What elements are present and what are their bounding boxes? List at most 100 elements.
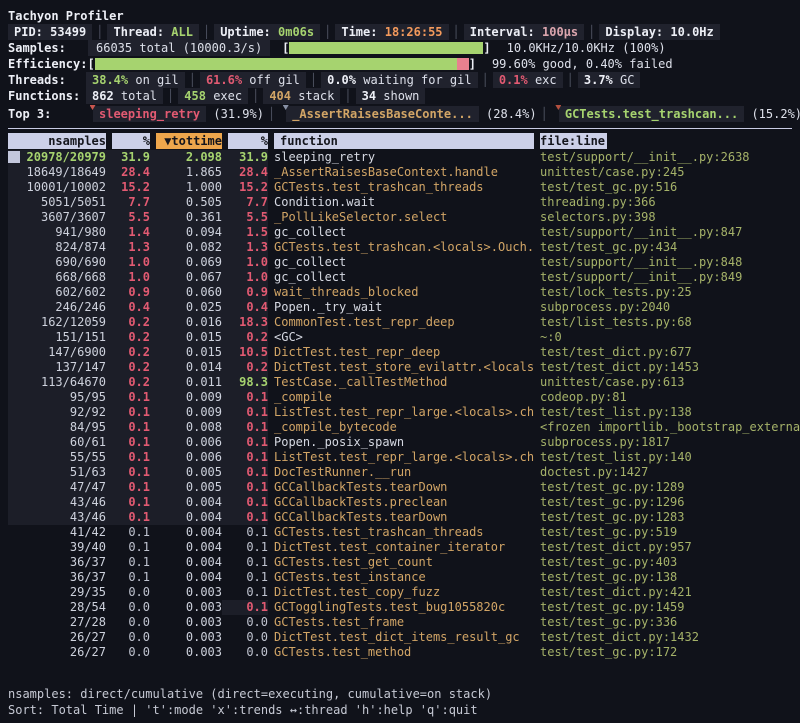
table-row[interactable]: 43/460.10.0040.1GCCallbackTests.tearDown… xyxy=(8,510,800,525)
cell-file-line: test/test_dict.py:1432 xyxy=(534,630,800,645)
cell-cum-pct: 28.4 xyxy=(222,165,268,180)
stat-rest: on gil xyxy=(128,73,179,87)
cell-direct-pct: 28.4 xyxy=(106,165,150,180)
table-row[interactable]: 602/6020.90.0600.9wait_threads_blockedte… xyxy=(8,285,800,300)
cell-tottime: 0.004 xyxy=(150,555,222,570)
status-segment-value: 10.0Hz xyxy=(670,25,713,39)
cell-file-line: unittest/case.py:613 xyxy=(534,375,800,390)
cell-nsamples: 602/602 xyxy=(8,285,106,300)
column-header-cum-pct[interactable]: % xyxy=(222,133,268,149)
cell-file-line: selectors.py:398 xyxy=(534,210,800,225)
table-row[interactable]: 27/280.00.0030.0GCTests.test_frametest/t… xyxy=(8,615,800,630)
cell-function: DictTest.test_dict_items_result_gc xyxy=(268,630,534,645)
table-row[interactable]: 3607/36075.50.3615.5_PollLikeSelector.se… xyxy=(8,210,800,225)
cell-direct-pct: 0.1 xyxy=(106,510,150,525)
cell-function: TestCase._callTestMethod xyxy=(268,375,534,390)
table-row[interactable]: 26/270.00.0030.0DictTest.test_dict_items… xyxy=(8,630,800,645)
cell-function: _PollLikeSelector.select xyxy=(268,210,534,225)
top3-name-text: _AssertRaisesBaseConte... xyxy=(292,107,473,121)
cell-cum-pct: 0.1 xyxy=(222,570,268,585)
column-header-direct-pct[interactable]: % xyxy=(106,133,150,149)
column-header-nsamples[interactable]: nsamples xyxy=(8,133,106,149)
cell-tottime: 0.003 xyxy=(150,600,222,615)
samples-bar-open-bracket: [ xyxy=(282,40,289,56)
table-row[interactable]: 162/120590.20.01618.3CommonTest.test_rep… xyxy=(8,315,800,330)
cell-tottime: 0.004 xyxy=(150,510,222,525)
column-header-function[interactable]: function xyxy=(268,133,534,149)
table-row[interactable]: 51/630.10.0050.1DocTestRunner.__rundocte… xyxy=(8,465,800,480)
cell-file-line: test/support/__init__.py:847 xyxy=(534,225,800,240)
top3-function-name[interactable]: GCTests.test_trashcan... xyxy=(559,106,744,122)
functions-label: Functions: xyxy=(8,88,86,104)
table-row[interactable]: 668/6681.00.0671.0gc_collecttest/support… xyxy=(8,270,800,285)
table-row[interactable]: 246/2460.40.0250.4Popen._try_waitsubproc… xyxy=(8,300,800,315)
cell-file-line: test/test_gc.py:1289 xyxy=(534,480,800,495)
table-row[interactable]: 29/350.00.0030.1DictTest.test_copy_fuzzt… xyxy=(8,585,800,600)
table-row[interactable]: 95/950.10.0090.1_compilecodeop.py:81 xyxy=(8,390,800,405)
table-row[interactable]: 151/1510.20.0150.2<GC>~:0 xyxy=(8,330,800,345)
footer-help-line1: nsamples: direct/cumulative (direct=exec… xyxy=(8,686,800,702)
table-row[interactable]: 147/69000.20.01510.5DictTest.test_repr_d… xyxy=(8,345,800,360)
table-row[interactable]: 39/400.10.0040.1DictTest.test_container_… xyxy=(8,540,800,555)
cell-direct-pct: 0.4 xyxy=(106,300,150,315)
table-row[interactable]: 20978/2097931.92.09831.9sleeping_retryte… xyxy=(8,150,800,165)
cell-function: GCCallbackTests.preclean xyxy=(268,495,534,510)
table-row[interactable]: 941/9801.40.0941.5gc_collecttest/support… xyxy=(8,225,800,240)
top3-function-name[interactable]: sleeping_retry xyxy=(93,106,206,122)
table-row[interactable]: 137/1470.20.0140.2DictTest.test_store_ev… xyxy=(8,360,800,375)
cell-tottime: 0.067 xyxy=(150,270,222,285)
cell-function: DocTestRunner.__run xyxy=(268,465,534,480)
table-row[interactable]: 47/470.10.0050.1GCCallbackTests.tearDown… xyxy=(8,480,800,495)
top3-pct: (15.2%) xyxy=(744,106,800,122)
table-row[interactable]: 43/460.10.0040.1GCCallbackTests.preclean… xyxy=(8,495,800,510)
divider: │ xyxy=(185,72,200,88)
top3-function-name[interactable]: _AssertRaisesBaseConte... xyxy=(286,106,479,122)
cell-cum-pct: 0.1 xyxy=(222,390,268,405)
table-row[interactable]: 60/610.10.0060.1Popen._posix_spawnsubpro… xyxy=(8,435,800,450)
cell-tottime: 0.003 xyxy=(150,645,222,660)
divider: │ xyxy=(478,72,493,88)
cell-function: gc_collect xyxy=(268,255,534,270)
cell-direct-pct: 1.3 xyxy=(106,240,150,255)
cell-cum-pct: 0.0 xyxy=(222,645,268,660)
cell-function: ListTest.test_repr_large.<locals>.check xyxy=(268,450,534,465)
table-row[interactable]: 84/950.10.0080.1_compile_bytecode<frozen… xyxy=(8,420,800,435)
table-row[interactable]: 26/270.00.0030.0GCTests.test_methodtest/… xyxy=(8,645,800,660)
table-row[interactable]: 113/646700.20.01198.3TestCase._callTestM… xyxy=(8,375,800,390)
cell-tottime: 0.003 xyxy=(150,615,222,630)
table-row[interactable]: 10001/1000215.21.00015.2GCTests.test_tra… xyxy=(8,180,800,195)
table-row[interactable]: 55/550.10.0060.1ListTest.test_repr_large… xyxy=(8,450,800,465)
divider: │ xyxy=(449,24,464,40)
table-row[interactable]: 41/420.10.0040.1GCTests.test_trashcan_th… xyxy=(8,525,800,540)
cell-cum-pct: 1.0 xyxy=(222,270,268,285)
cell-tottime: 0.006 xyxy=(150,450,222,465)
table-row[interactable]: 18649/1864928.41.86528.4_AssertRaisesBas… xyxy=(8,165,800,180)
stat-value: 3.7% xyxy=(584,73,613,87)
cell-nsamples: 151/151 xyxy=(8,330,106,345)
cell-nsamples: 26/27 xyxy=(8,645,106,660)
samples-bar xyxy=(289,42,483,54)
cell-file-line: threading.py:366 xyxy=(534,195,800,210)
stat-segment: 0.1% exc xyxy=(493,72,563,88)
table-row[interactable]: 690/6901.00.0691.0gc_collecttest/support… xyxy=(8,255,800,270)
table-row[interactable]: 5051/50517.70.5057.7Condition.waitthread… xyxy=(8,195,800,210)
column-header-file[interactable]: file:line xyxy=(534,133,800,149)
cell-function: wait_threads_blocked xyxy=(268,285,534,300)
cell-tottime: 0.505 xyxy=(150,195,222,210)
cell-function: GCTests.test_frame xyxy=(268,615,534,630)
table-row[interactable]: 36/370.10.0040.1GCTests.test_get_countte… xyxy=(8,555,800,570)
table-row[interactable]: 824/8741.30.0821.3GCTests.test_trashcan.… xyxy=(8,240,800,255)
table-row[interactable]: 36/370.10.0040.1GCTests.test_instancetes… xyxy=(8,570,800,585)
cell-function: GCTests.test_trashcan.<locals>.Ouch.... xyxy=(268,240,534,255)
cell-function: ListTest.test_repr_large.<locals>.check xyxy=(268,405,534,420)
cell-file-line: test/test_gc.py:516 xyxy=(534,180,800,195)
cell-nsamples: 246/246 xyxy=(8,300,106,315)
table-row[interactable]: 92/920.10.0090.1ListTest.test_repr_large… xyxy=(8,405,800,420)
cell-function: _compile_bytecode xyxy=(268,420,534,435)
cell-nsamples: 29/35 xyxy=(8,585,106,600)
cell-cum-pct: 0.1 xyxy=(222,465,268,480)
cell-tottime: 0.005 xyxy=(150,465,222,480)
table-row[interactable]: 28/540.00.0030.1GCTogglingTests.test_bug… xyxy=(8,600,800,615)
cell-nsamples: 28/54 xyxy=(8,600,106,615)
column-header-tottime-sorted[interactable]: ▼tottime xyxy=(150,133,222,149)
